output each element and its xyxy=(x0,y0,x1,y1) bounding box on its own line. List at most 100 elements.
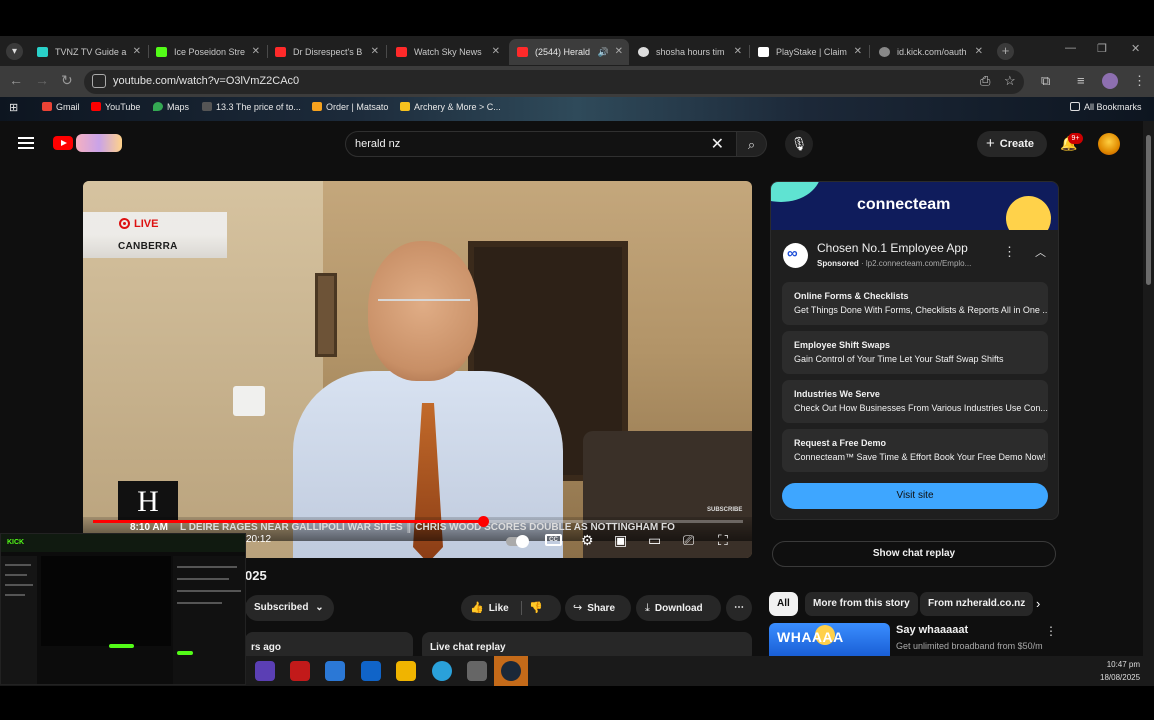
scrollbar-thumb[interactable] xyxy=(1146,135,1151,285)
bookmark-matsato[interactable]: Order | Matsato xyxy=(312,102,388,112)
tab-playstake[interactable]: PlayStake | Claim ✕ xyxy=(750,39,868,65)
store-icon[interactable] xyxy=(325,661,345,681)
profile-avatar[interactable] xyxy=(1102,73,1118,89)
download-button[interactable]: ⤓ Download xyxy=(636,595,721,621)
tab-kick-oauth[interactable]: id.kick.com/oauth ✕ xyxy=(871,39,989,65)
hamburger-menu-icon[interactable] xyxy=(18,137,34,149)
back-icon[interactable]: ← xyxy=(9,72,23,88)
recommended-more-icon[interactable]: ⋮ xyxy=(1045,624,1057,638)
bookmarks-bar: ⊞ Gmail YouTube Maps 13.3 The price of t… xyxy=(0,97,1154,121)
subscribed-button[interactable]: Subscribed ⌄ xyxy=(245,595,334,621)
tab-dr-disrespect[interactable]: Dr Disrespect's B ✕ xyxy=(267,39,385,65)
chevron-down-icon: ⌄ xyxy=(315,602,324,613)
more-actions-icon[interactable]: ⋯ xyxy=(726,595,752,621)
bookmark-maps[interactable]: Maps xyxy=(153,102,189,112)
browser-menu-icon[interactable]: ⋮ xyxy=(1133,73,1146,89)
new-tab-icon[interactable]: + xyxy=(997,43,1014,60)
video-progress-bar[interactable] xyxy=(93,516,743,527)
system-clock[interactable]: 10:47 pm 18/08/2025 xyxy=(1100,658,1140,684)
subscribe-watermark[interactable]: SUBSCRIBE xyxy=(707,507,742,513)
bookmark-youtube[interactable]: YouTube xyxy=(91,102,140,112)
close-window-icon[interactable]: ✕ xyxy=(1131,42,1140,55)
media-control-icon[interactable]: ≡ xyxy=(1077,73,1085,88)
app-icon-grey[interactable] xyxy=(467,661,487,681)
close-tab-icon[interactable]: ✕ xyxy=(615,39,623,65)
close-tab-icon[interactable]: ✕ xyxy=(371,39,379,65)
ad-title[interactable]: Chosen No.1 Employee App xyxy=(817,241,968,255)
forward-icon[interactable]: → xyxy=(35,72,49,88)
ad-collapse-icon[interactable]: ︿ xyxy=(1035,244,1046,260)
tab-ice-poseidon[interactable]: Ice Poseidon Stre ✕ xyxy=(148,39,266,65)
minimize-icon[interactable]: — xyxy=(1065,42,1076,54)
thumbs-down-icon[interactable]: 👎 xyxy=(529,595,543,621)
ad-sitelink[interactable]: Online Forms & Checklists Get Things Done… xyxy=(782,282,1048,325)
close-tab-icon[interactable]: ✕ xyxy=(854,39,862,65)
show-chat-replay-button[interactable]: Show chat replay xyxy=(772,541,1056,567)
app-icon-purple[interactable] xyxy=(255,661,275,681)
ad-sitelink[interactable]: Request a Free Demo Connecteam™ Save Time… xyxy=(782,429,1048,472)
create-button[interactable]: + Create xyxy=(977,131,1047,157)
share-button[interactable]: ↪ Share xyxy=(565,595,631,621)
ad-sitelink[interactable]: Industries We Serve Check Out How Busines… xyxy=(782,380,1048,423)
extensions-icon[interactable]: ⧉ xyxy=(1041,73,1050,89)
close-tab-icon[interactable]: ✕ xyxy=(252,39,260,65)
voice-search-icon[interactable]: 🎙 xyxy=(785,130,813,158)
close-tab-icon[interactable]: ✕ xyxy=(133,39,141,65)
live-chat-replay-panel[interactable]: Live chat replay xyxy=(422,632,752,656)
bookmark-star-icon[interactable]: ☆ xyxy=(1004,73,1016,89)
file-explorer-icon[interactable] xyxy=(396,661,416,681)
chevron-right-icon[interactable]: › xyxy=(1036,596,1040,611)
tab-herald-active[interactable]: (2544) Herald 🔊 ✕ xyxy=(509,39,629,65)
install-app-icon[interactable]: ⎙ xyxy=(980,73,990,89)
tab-sky-news[interactable]: Watch Sky News ✕ xyxy=(388,39,506,65)
reload-icon[interactable]: ↻ xyxy=(61,72,73,89)
address-bar[interactable]: youtube.com/watch?v=O3lVmZ2CAc0 ⎙ ☆ xyxy=(84,70,1024,94)
recommended-title[interactable]: Say whaaaaat xyxy=(896,624,968,636)
miniplayer-icon[interactable]: ▣ xyxy=(614,532,627,549)
captions-icon[interactable]: CC xyxy=(545,534,562,546)
video-player[interactable]: LIVE CANBERRA H SUBSCRIBE 8:10 AM L DEIR… xyxy=(83,181,752,558)
outlook-icon[interactable] xyxy=(361,661,381,681)
account-avatar[interactable] xyxy=(1098,133,1120,155)
bookmark-price[interactable]: 13.3 The price of to... xyxy=(202,102,301,112)
speaker-icon[interactable]: 🔊 xyxy=(598,39,609,65)
search-input[interactable]: herald nz ✕ xyxy=(345,131,737,157)
tab-search-dropdown-icon[interactable]: ▾ xyxy=(6,43,23,60)
all-bookmarks[interactable]: All Bookmarks xyxy=(1070,102,1142,112)
clear-search-icon[interactable]: ✕ xyxy=(711,134,724,154)
app-icon-lightning[interactable] xyxy=(290,661,310,681)
bookmark-archery[interactable]: Archery & More > C... xyxy=(400,102,501,112)
search-button[interactable]: ⌕ xyxy=(737,131,767,157)
tab-tvnz[interactable]: TVNZ TV Guide a ✕ xyxy=(29,39,147,65)
cast-icon[interactable]: ⎚ xyxy=(683,532,694,549)
recommended-ad-thumbnail[interactable]: WHAAAA xyxy=(769,623,890,656)
youtube-doodle[interactable] xyxy=(76,134,122,152)
steam-icon[interactable] xyxy=(501,661,521,681)
fullscreen-icon[interactable]: ⛶ xyxy=(718,532,728,549)
chip-from-nzherald[interactable]: From nzherald.co.nz xyxy=(920,592,1034,616)
apps-grid-icon[interactable]: ⊞ xyxy=(9,101,18,114)
ad-more-options-icon[interactable]: ⋮ xyxy=(1003,244,1016,260)
ad-sitelink[interactable]: Employee Shift Swaps Gain Control of Your… xyxy=(782,331,1048,374)
tab-shosha[interactable]: shosha hours tim ✕ xyxy=(630,39,748,65)
page-scrollbar[interactable] xyxy=(1143,121,1154,656)
close-tab-icon[interactable]: ✕ xyxy=(734,39,742,65)
description-box[interactable]: rs ago xyxy=(245,632,413,656)
bookmark-gmail[interactable]: Gmail xyxy=(42,102,80,112)
telegram-icon[interactable] xyxy=(432,661,452,681)
maximize-icon[interactable]: ❐ xyxy=(1097,42,1107,55)
connecteam-icon[interactable] xyxy=(783,243,808,268)
visit-site-button[interactable]: Visit site xyxy=(782,483,1048,509)
site-info-icon[interactable] xyxy=(92,74,106,88)
close-tab-icon[interactable]: ✕ xyxy=(492,39,500,65)
like-button[interactable]: 👍 Like 👎 xyxy=(461,595,561,621)
stream-overlay-window[interactable]: KICK xyxy=(0,533,246,685)
chip-all[interactable]: All xyxy=(769,592,798,616)
close-tab-icon[interactable]: ✕ xyxy=(975,39,983,65)
settings-gear-icon[interactable]: ⚙ xyxy=(581,532,594,549)
chip-more-from-story[interactable]: More from this story xyxy=(805,592,918,616)
ad-banner[interactable]: connecteam xyxy=(771,182,1058,230)
theater-mode-icon[interactable]: ▭ xyxy=(648,532,661,549)
youtube-logo-icon[interactable] xyxy=(53,136,73,150)
autoplay-toggle[interactable] xyxy=(506,535,529,548)
